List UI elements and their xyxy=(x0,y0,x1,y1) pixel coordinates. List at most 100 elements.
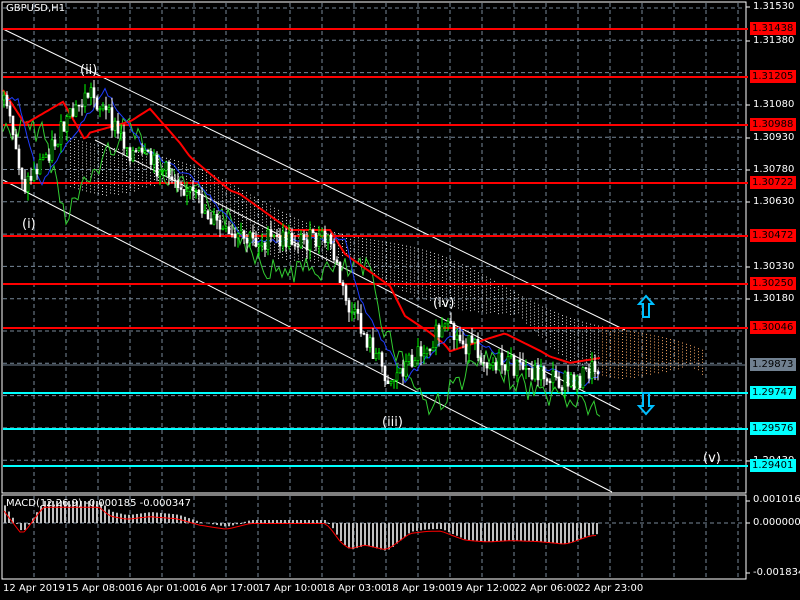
ichimoku-cloud xyxy=(226,205,227,207)
ichimoku-cloud xyxy=(642,348,643,350)
candle-body xyxy=(437,324,441,338)
ichimoku-cloud xyxy=(70,185,71,187)
ichimoku-cloud xyxy=(454,287,455,289)
ichimoku-cloud xyxy=(658,366,659,368)
ichimoku-cloud xyxy=(510,289,511,291)
ichimoku-cloud xyxy=(638,332,639,334)
ichimoku-cloud xyxy=(418,278,419,280)
ichimoku-cloud xyxy=(630,331,631,333)
ichimoku-cloud xyxy=(486,294,487,296)
ichimoku-cloud xyxy=(414,247,415,249)
macd-histogram-bar xyxy=(416,523,418,531)
candle-body xyxy=(464,343,468,355)
candle-body xyxy=(542,366,546,380)
candle-body xyxy=(521,361,525,370)
ichimoku-cloud xyxy=(74,175,75,177)
ichimoku-cloud xyxy=(590,329,591,331)
ichimoku-cloud xyxy=(110,159,111,161)
ichimoku-cloud xyxy=(366,250,367,252)
ichimoku-cloud xyxy=(230,195,231,197)
price-chart[interactable] xyxy=(0,0,800,600)
ichimoku-cloud xyxy=(538,334,539,336)
ichimoku-cloud xyxy=(354,245,355,247)
ichimoku-cloud xyxy=(442,279,443,281)
ichimoku-cloud xyxy=(250,194,251,196)
ichimoku-cloud xyxy=(626,369,627,371)
ichimoku-cloud xyxy=(150,175,151,177)
candle-body xyxy=(62,121,66,132)
ichimoku-cloud xyxy=(166,178,167,180)
ichimoku-cloud xyxy=(346,249,347,251)
macd-histogram-bar xyxy=(532,523,534,542)
macd-histogram-bar xyxy=(364,523,366,546)
ichimoku-cloud xyxy=(230,210,231,212)
ichimoku-cloud xyxy=(558,313,559,315)
ichimoku-cloud xyxy=(110,156,111,158)
ichimoku-cloud xyxy=(578,329,579,331)
ichimoku-cloud xyxy=(574,331,575,333)
chart-window[interactable]: GBPUSD,H1 MACD(12,26,9) -0.000185 -0.000… xyxy=(0,0,800,600)
candle-body xyxy=(455,334,459,340)
ichimoku-cloud xyxy=(98,190,99,192)
ichimoku-cloud xyxy=(294,253,295,255)
ichimoku-cloud xyxy=(442,255,443,257)
ichimoku-cloud xyxy=(374,267,375,269)
ichimoku-cloud xyxy=(394,261,395,263)
ichimoku-cloud xyxy=(662,346,663,348)
ichimoku-cloud xyxy=(262,231,263,233)
ichimoku-cloud xyxy=(634,334,635,336)
ichimoku-cloud xyxy=(610,336,611,338)
candle-body xyxy=(29,175,33,181)
ichimoku-cloud xyxy=(650,343,651,345)
ichimoku-cloud xyxy=(466,266,467,268)
macd-histogram-bar xyxy=(552,523,554,543)
ichimoku-cloud xyxy=(542,306,543,308)
ichimoku-cloud xyxy=(530,315,531,317)
ichimoku-cloud xyxy=(594,345,595,347)
ichimoku-cloud xyxy=(242,217,243,219)
ichimoku-cloud xyxy=(562,315,563,317)
ichimoku-cloud xyxy=(518,306,519,308)
ichimoku-cloud xyxy=(142,167,143,169)
ichimoku-cloud xyxy=(530,300,531,302)
ichimoku-cloud xyxy=(694,352,695,354)
ichimoku-cloud xyxy=(182,174,183,176)
macd-histogram-bar xyxy=(240,523,242,524)
ichimoku-cloud xyxy=(646,357,647,359)
ichimoku-cloud xyxy=(614,349,615,351)
ichimoku-cloud xyxy=(626,360,627,362)
ichimoku-cloud xyxy=(650,337,651,339)
ichimoku-cloud xyxy=(638,335,639,337)
ichimoku-cloud xyxy=(398,277,399,279)
ichimoku-cloud xyxy=(374,252,375,254)
ichimoku-cloud xyxy=(618,371,619,373)
ichimoku-cloud xyxy=(410,285,411,287)
ichimoku-cloud xyxy=(402,286,403,288)
ichimoku-cloud xyxy=(670,342,671,344)
ichimoku-cloud xyxy=(482,307,483,309)
candle-body xyxy=(149,151,153,165)
ichimoku-cloud xyxy=(394,285,395,287)
candle-body xyxy=(482,362,486,364)
ichimoku-cloud xyxy=(506,302,507,304)
ichimoku-cloud xyxy=(162,162,163,164)
ichimoku-cloud xyxy=(474,273,475,275)
ichimoku-cloud xyxy=(458,307,459,309)
ichimoku-cloud xyxy=(194,166,195,168)
candle-body xyxy=(209,218,213,225)
ichimoku-cloud xyxy=(702,358,703,360)
candle-body xyxy=(548,380,552,384)
ichimoku-cloud xyxy=(398,247,399,249)
ichimoku-cloud xyxy=(382,241,383,243)
ichimoku-cloud xyxy=(122,155,123,157)
ichimoku-cloud xyxy=(646,351,647,353)
ichimoku-cloud xyxy=(386,262,387,264)
ichimoku-cloud xyxy=(626,336,627,338)
ichimoku-cloud xyxy=(558,319,559,321)
ichimoku-cloud xyxy=(146,156,147,158)
candle-body xyxy=(470,335,474,343)
ichimoku-cloud xyxy=(594,324,595,326)
ichimoku-cloud xyxy=(246,195,247,197)
ichimoku-cloud xyxy=(610,366,611,368)
ichimoku-cloud xyxy=(530,303,531,305)
